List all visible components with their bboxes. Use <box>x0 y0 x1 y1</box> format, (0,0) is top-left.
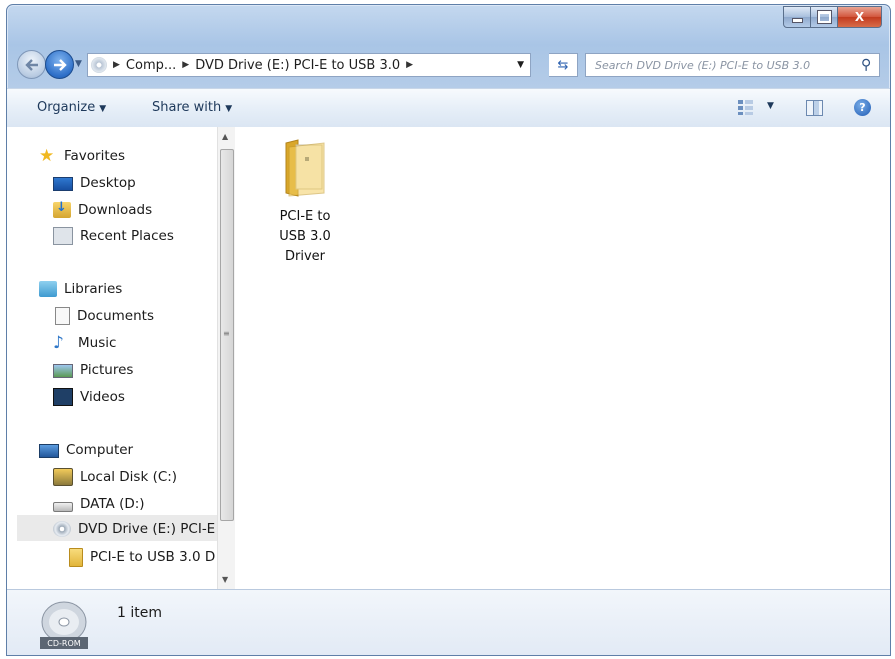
command-bar: Organize ▼ Share with ▼ ▼ ? <box>7 88 890 128</box>
documents-icon <box>55 307 70 325</box>
file-list: PCI-E to USB 3.0 Driver <box>235 127 890 589</box>
nav-label: Documents <box>77 308 154 324</box>
downloads-icon <box>53 200 71 218</box>
nav-libraries[interactable]: Libraries <box>39 278 122 300</box>
nav-pictures[interactable]: Pictures <box>53 359 133 381</box>
folder-icon <box>285 139 325 197</box>
back-button[interactable] <box>17 50 46 79</box>
folder-icon <box>69 547 83 567</box>
cd-rom-icon: CD-ROM <box>40 601 88 649</box>
nav-label: Local Disk (C:) <box>80 469 178 485</box>
nav-label: Recent Places <box>80 228 174 244</box>
nav-downloads[interactable]: Downloads <box>53 199 152 221</box>
close-icon: X <box>854 10 865 24</box>
nav-local-disk-c[interactable]: Local Disk (C:) <box>53 466 177 488</box>
nav-dvd-drive-e[interactable]: DVD Drive (E:) PCI-E <box>53 518 215 540</box>
main-area: ★ Favorites Desktop Downloads Recent Plac… <box>7 127 890 589</box>
back-arrow-icon <box>24 58 38 71</box>
file-name-line: Driver <box>284 249 325 264</box>
navigation-pane: ★ Favorites Desktop Downloads Recent Plac… <box>7 127 217 589</box>
search-box[interactable]: ⚲ <box>585 53 880 77</box>
star-icon: ★ <box>39 146 55 166</box>
breadcrumb-dvd-drive[interactable]: DVD Drive (E:) PCI-E to USB 3.0 <box>195 58 400 73</box>
forward-arrow-icon <box>53 58 67 71</box>
nav-music[interactable]: ♪ Music <box>53 332 116 354</box>
pictures-icon <box>53 364 73 378</box>
view-options-dropdown-icon[interactable]: ▼ <box>767 101 774 111</box>
nav-desktop[interactable]: Desktop <box>53 172 136 194</box>
nav-favorites[interactable]: ★ Favorites <box>39 145 125 167</box>
scroll-up-icon[interactable]: ▲ <box>222 132 228 141</box>
dvd-drive-icon <box>53 521 71 537</box>
recent-pages-dropdown-icon[interactable]: ▼ <box>75 59 82 69</box>
share-with-label: Share with <box>152 100 222 115</box>
folder-item[interactable]: PCI-E to USB 3.0 Driver <box>265 139 345 267</box>
refresh-icon: ⇆ <box>557 57 569 73</box>
computer-icon <box>39 443 59 458</box>
nav-label: Desktop <box>80 175 136 191</box>
music-icon: ♪ <box>53 333 64 353</box>
share-with-menu[interactable]: Share with ▼ <box>152 100 232 115</box>
address-dropdown-icon[interactable]: ▼ <box>517 60 524 70</box>
breadcrumb-separator-icon[interactable]: ▶ <box>406 60 413 70</box>
close-button[interactable]: X <box>838 6 882 28</box>
item-count: 1 item <box>117 605 162 621</box>
dvd-drive-icon <box>91 57 107 73</box>
navigation-scrollbar[interactable]: ▲ ≡ ▼ <box>217 127 235 589</box>
minimize-button[interactable] <box>783 6 811 28</box>
breadcrumb-separator-icon[interactable]: ▶ <box>113 60 120 70</box>
nav-computer[interactable]: Computer <box>39 439 133 461</box>
navigation-row: ▼ ▶ Comp... ▶ DVD Drive (E:) PCI-E to US… <box>7 47 890 81</box>
nav-label: Videos <box>80 389 125 405</box>
nav-subfolder[interactable]: PCI-E to USB 3.0 D <box>69 546 215 568</box>
scroll-down-icon[interactable]: ▼ <box>222 575 228 584</box>
minimize-icon <box>791 17 803 23</box>
explorer-window: X ▼ ▶ Comp... ▶ DVD Drive (E:) PCI-E to … <box>6 4 891 656</box>
chevron-down-icon: ▼ <box>225 104 233 114</box>
libraries-icon <box>39 281 57 297</box>
nav-label: Music <box>78 335 117 351</box>
forward-button[interactable] <box>45 50 74 79</box>
address-bar[interactable]: ▶ Comp... ▶ DVD Drive (E:) PCI-E to USB … <box>87 53 531 77</box>
details-pane: CD-ROM 1 item <box>7 589 890 655</box>
recent-places-icon <box>53 227 73 245</box>
search-icon[interactable]: ⚲ <box>861 57 871 73</box>
nav-data-d[interactable]: DATA (D:) <box>53 493 145 515</box>
nav-label: Favorites <box>64 148 125 164</box>
videos-icon <box>53 388 73 406</box>
nav-label: Computer <box>66 442 134 458</box>
nav-label: DVD Drive (E:) PCI-E <box>78 521 216 537</box>
caption-buttons: X <box>783 6 882 28</box>
maximize-icon <box>817 11 831 23</box>
local-disk-icon <box>53 468 73 486</box>
search-input[interactable] <box>593 57 859 73</box>
nav-label: Pictures <box>80 362 134 378</box>
breadcrumb-separator-icon[interactable]: ▶ <box>182 60 189 70</box>
desktop-icon <box>53 177 73 191</box>
preview-pane-icon[interactable] <box>806 100 823 116</box>
scroll-grip-icon: ≡ <box>223 329 230 338</box>
nav-label: Libraries <box>64 281 123 297</box>
refresh-button[interactable]: ⇆ <box>549 53 578 77</box>
nav-label: DATA (D:) <box>80 496 145 512</box>
change-view-icon[interactable] <box>737 98 755 116</box>
file-name-line: PCI-E to <box>279 209 331 224</box>
file-name-line: USB 3.0 <box>279 229 331 244</box>
maximize-button[interactable] <box>811 6 838 28</box>
organize-label: Organize <box>37 100 96 115</box>
breadcrumb-computer[interactable]: Comp... <box>126 58 176 73</box>
nav-recent-places[interactable]: Recent Places <box>53 225 174 247</box>
nav-label: PCI-E to USB 3.0 D <box>90 549 216 565</box>
chevron-down-icon: ▼ <box>99 104 107 114</box>
organize-menu[interactable]: Organize ▼ <box>37 100 106 115</box>
nav-label: Downloads <box>78 202 153 218</box>
drive-icon <box>53 502 73 512</box>
nav-documents[interactable]: Documents <box>53 305 154 327</box>
help-icon[interactable]: ? <box>854 99 871 116</box>
nav-videos[interactable]: Videos <box>53 386 125 408</box>
drive-label: CD-ROM <box>47 639 80 648</box>
